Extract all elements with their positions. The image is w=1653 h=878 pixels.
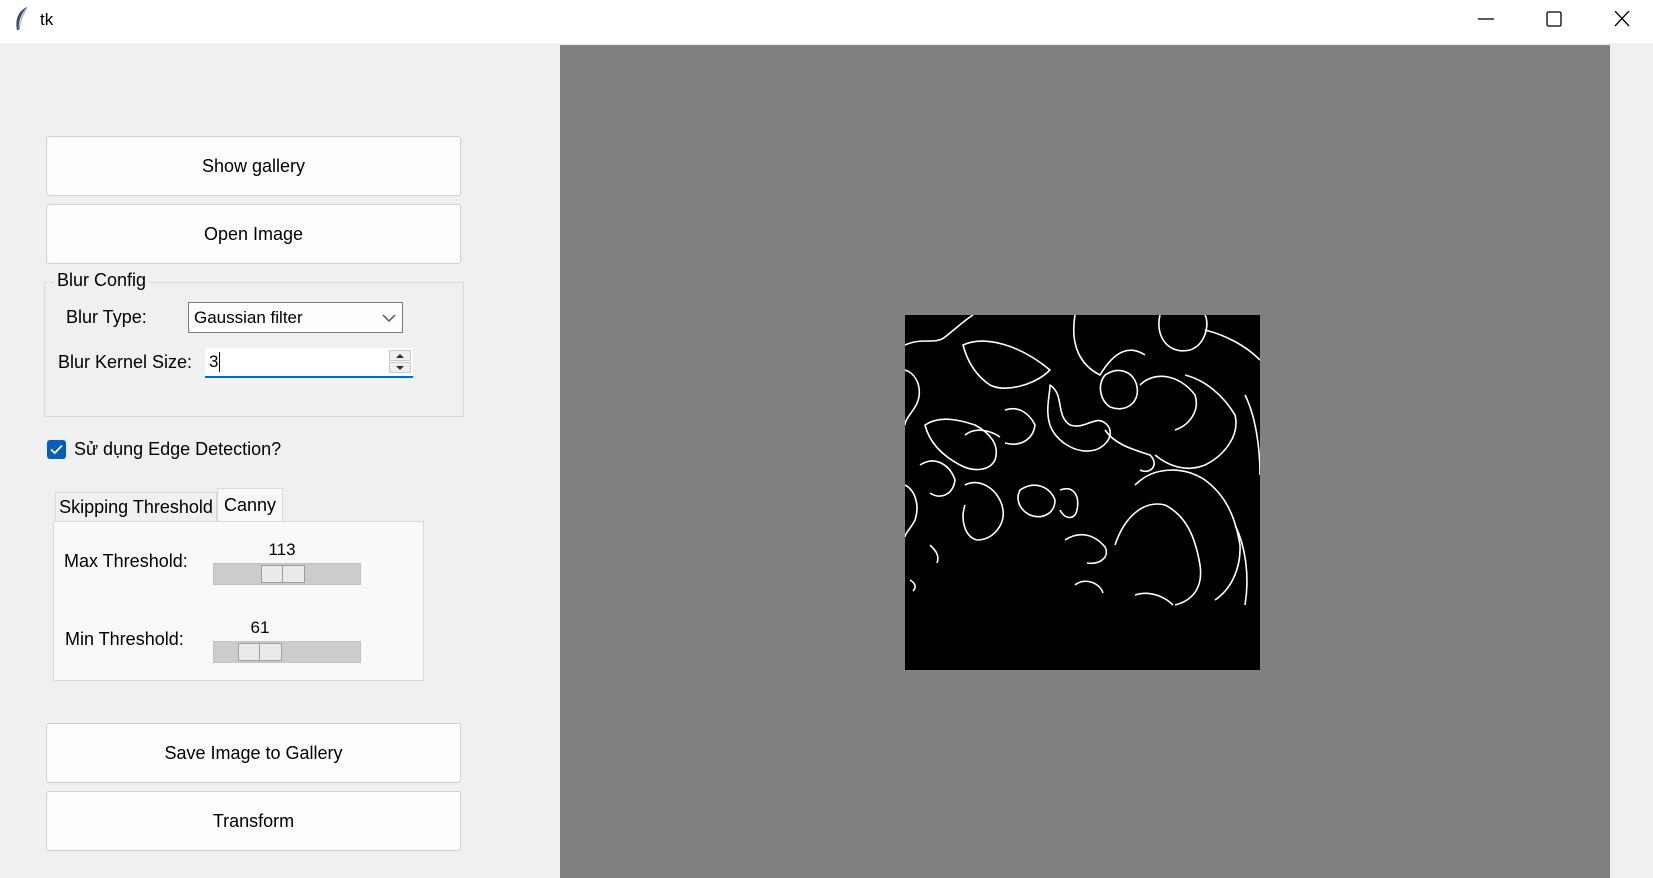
blur-config-title: Blur Config: [54, 270, 150, 291]
min-threshold-slider[interactable]: [213, 641, 361, 663]
max-threshold-slider[interactable]: [213, 563, 361, 585]
spinbox-buttons: [389, 350, 411, 374]
min-threshold-value: 61: [250, 618, 270, 637]
spin-down-button[interactable]: [389, 362, 411, 373]
text-caret: [219, 352, 220, 372]
close-icon: [1614, 11, 1630, 27]
max-threshold-value: 113: [268, 540, 296, 559]
maximize-icon: [1546, 11, 1562, 27]
tab-canny[interactable]: Canny: [217, 488, 283, 522]
edge-detected-image: [905, 315, 1260, 670]
edge-detection-checkbox[interactable]: [47, 440, 66, 459]
blur-kernel-value: 3: [209, 352, 219, 371]
show-gallery-button[interactable]: Show gallery: [46, 136, 461, 196]
min-threshold-label: Min Threshold:: [65, 629, 184, 649]
blur-type-select[interactable]: Gaussian filter: [188, 302, 403, 333]
arrow-up-icon: [396, 354, 404, 358]
chevron-down-icon: [382, 314, 396, 323]
min-threshold-handle[interactable]: [238, 643, 282, 661]
open-image-button[interactable]: Open Image: [46, 204, 461, 264]
blur-kernel-label: Blur Kernel Size:: [58, 352, 193, 372]
image-canvas: [560, 45, 1610, 878]
window-title: tk: [40, 10, 54, 29]
blur-type-value: Gaussian filter: [194, 308, 303, 327]
tab-skipping-threshold[interactable]: Skipping Threshold: [55, 492, 217, 522]
max-threshold-label: Max Threshold:: [64, 551, 188, 571]
edge-detection-label[interactable]: Sử dụng Edge Detection?: [74, 439, 281, 460]
feather-icon: [16, 6, 28, 31]
blur-kernel-spinbox[interactable]: 3: [205, 348, 413, 378]
checkmark-icon: [50, 444, 63, 455]
spin-up-button[interactable]: [389, 350, 411, 361]
maximize-button[interactable]: [1520, 0, 1588, 38]
close-button[interactable]: [1588, 0, 1653, 38]
blur-type-label: Blur Type:: [66, 307, 147, 327]
arrow-down-icon: [396, 366, 404, 370]
minimize-icon: [1478, 18, 1494, 20]
max-threshold-handle[interactable]: [261, 565, 305, 583]
transform-button[interactable]: Transform: [46, 791, 461, 851]
title-bar: tk: [0, 0, 1653, 43]
minimize-button[interactable]: [1452, 0, 1520, 38]
save-image-button[interactable]: Save Image to Gallery: [46, 723, 461, 783]
